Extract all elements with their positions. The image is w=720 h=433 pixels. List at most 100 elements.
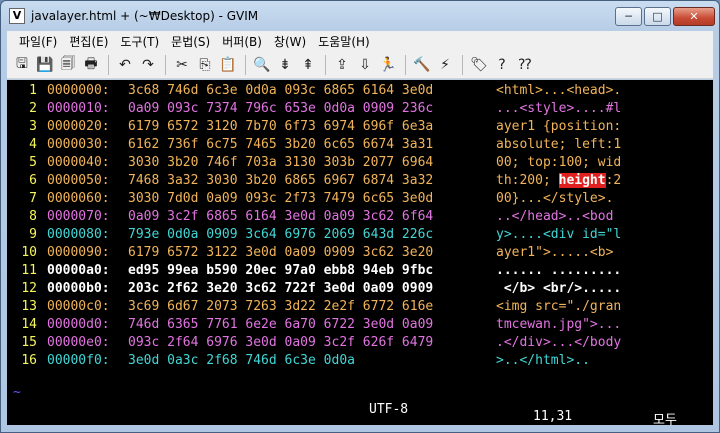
hex-line[interactable]: 5 0000040: 3030 3b20 746f 703a 3130 303b 2…	[7, 154, 713, 172]
help-icon[interactable]: ?	[491, 54, 513, 76]
hex-address: 0000010:	[47, 101, 110, 116]
line-number: 12	[21, 281, 37, 296]
hex-address: 00000a0:	[47, 263, 110, 278]
save-icon[interactable]: 💾	[34, 54, 56, 76]
run-script-icon[interactable]: 🏃	[377, 54, 399, 76]
hex-line[interactable]: 6 0000050: 7468 3a32 3030 3b20 6865 6967 6…	[7, 172, 713, 190]
hex-line[interactable]: 16 00000f0: 3e0d 0a3c 2f68 746d 6c3e 0d0a >…	[7, 352, 713, 370]
hex-line[interactable]: 11 00000a0: ed95 99ea b590 20ec 97a0 ebb8 …	[7, 262, 713, 280]
encoding-label: UTF-8	[369, 402, 409, 417]
hex-address: 0000070:	[47, 209, 110, 224]
ascii-column: >..</html>..	[496, 353, 590, 368]
hex-line[interactable]: 9 0000080: 793e 0d0a 0909 3c64 6976 2069 6…	[7, 226, 713, 244]
hex-bytes: 3c69 6d67 2073 7263 3d22 2e2f 6772 616e	[128, 299, 434, 314]
vim-icon[interactable]: V	[9, 8, 25, 24]
close-button[interactable]: ✕	[673, 7, 715, 26]
ascii-column: ayer1">.....<b>	[496, 245, 614, 260]
minimize-button[interactable]: ─	[615, 7, 642, 26]
line-number: 4	[29, 137, 37, 152]
hex-bytes: 0a09 093c 7374 796c 653e 0d0a 0909 236c	[128, 101, 434, 116]
hex-bytes: 6179 6572 3120 7b70 6f73 6974 696f 6e3a	[128, 119, 434, 134]
ascii-column: 00}...</style>.	[496, 191, 614, 206]
line-number: 11	[21, 263, 37, 278]
toolbar-separator	[405, 54, 406, 75]
editor-area[interactable]: ~ UTF-8 11,31 모두 1 0000000: 3c68 746d 6c3e…	[7, 80, 713, 428]
undo-icon[interactable]: ↶	[114, 54, 136, 76]
hex-bytes: 793e 0d0a 0909 3c64 6976 2069 643d 226c	[128, 227, 434, 242]
hex-bytes: 7468 3a32 3030 3b20 6865 6967 6874 3a32	[128, 173, 434, 188]
hex-line[interactable]: 7 0000060: 3030 7d0d 0a09 093c 2f73 7479 6…	[7, 190, 713, 208]
hex-address: 0000040:	[47, 155, 110, 170]
print-icon[interactable]: 🖶	[80, 54, 102, 76]
hex-line[interactable]: 15 00000e0: 093c 2f64 6976 3e0d 0a09 3c2f …	[7, 334, 713, 352]
hex-address: 00000c0:	[47, 299, 110, 314]
line-number: 6	[29, 173, 37, 188]
cut-icon[interactable]: ✂	[171, 54, 193, 76]
hex-line[interactable]: 1 0000000: 3c68 746d 6c3e 0d0a 093c 6865 6…	[7, 82, 713, 100]
hex-line[interactable]: 2 0000010: 0a09 093c 7374 796c 653e 0d0a 0…	[7, 100, 713, 118]
copy-icon[interactable]: ⎘	[194, 54, 216, 76]
search-highlight: height	[558, 173, 606, 188]
hex-address: 00000b0:	[47, 281, 110, 296]
hex-line[interactable]: 4 0000030: 6162 736f 6c75 7465 3b20 6c65 6…	[7, 136, 713, 154]
empty-line-tilde: ~	[13, 385, 21, 400]
save-session-icon[interactable]: ⇩	[354, 54, 376, 76]
make-icon[interactable]: 🔨	[411, 54, 433, 76]
menu-edit[interactable]: 편집(E)	[63, 33, 114, 50]
find-next-icon[interactable]: ⇟	[274, 54, 296, 76]
hex-bytes: 6162 736f 6c75 7465 3b20 6c65 6674 3a31	[128, 137, 434, 152]
line-number: 16	[21, 353, 37, 368]
hex-line[interactable]: 3 0000020: 6179 6572 3120 7b70 6f73 6974 6…	[7, 118, 713, 136]
ascii-column: ayer1 {position:	[496, 119, 622, 134]
line-number: 8	[29, 209, 37, 224]
ascii-column: y>....<div id="l	[496, 227, 622, 242]
line-number: 13	[21, 299, 37, 314]
line-number: 9	[29, 227, 37, 242]
find-prev-icon[interactable]: ⇞	[297, 54, 319, 76]
hex-address: 0000000:	[47, 83, 110, 98]
status-line: UTF-8 11,31 모두	[7, 402, 713, 428]
ascii-column: 00; top:100; wid	[496, 155, 622, 170]
hex-address: 0000060:	[47, 191, 110, 206]
menu-tools[interactable]: 도구(T)	[114, 33, 165, 50]
line-number: 3	[29, 119, 37, 134]
hex-line[interactable]: 10 0000090: 6179 6572 3122 3e0d 0a09 0909 …	[7, 244, 713, 262]
hex-line[interactable]: 12 00000b0: 203c 2f62 3e20 3c62 722f 3e0d …	[7, 280, 713, 298]
hex-address: 0000030:	[47, 137, 110, 152]
line-number: 1	[29, 83, 37, 98]
toolbar-separator	[245, 54, 246, 75]
hex-bytes: ed95 99ea b590 20ec 97a0 ebb8 94eb 9fbc	[128, 263, 434, 278]
load-session-icon[interactable]: ⇪	[331, 54, 353, 76]
menu-syntax[interactable]: 문법(S)	[165, 33, 216, 50]
menu-file[interactable]: 파일(F)	[13, 33, 63, 50]
ascii-column: absolute; left:1	[496, 137, 622, 152]
hex-line[interactable]: 8 0000070: 0a09 3c2f 6865 6164 3e0d 0a09 3…	[7, 208, 713, 226]
hex-line[interactable]: 13 00000c0: 3c69 6d67 2073 7263 3d22 2e2f …	[7, 298, 713, 316]
save-all-icon[interactable]: 🗐	[57, 54, 79, 76]
shell-icon[interactable]: ⚡	[434, 54, 456, 76]
ascii-column: tmcewan.jpg">...	[496, 317, 622, 332]
maximize-button[interactable]: □	[644, 7, 671, 26]
hex-address: 00000e0:	[47, 335, 110, 350]
menu-window[interactable]: 창(W)	[268, 33, 312, 50]
paste-icon[interactable]: 📋	[217, 54, 239, 76]
menu-buffers[interactable]: 버퍼(B)	[216, 33, 268, 50]
scroll-position: 모두	[653, 413, 677, 428]
menu-help[interactable]: 도움말(H)	[312, 33, 376, 50]
redo-icon[interactable]: ↷	[137, 54, 159, 76]
toolbar-separator	[108, 54, 109, 75]
toolbar-separator	[165, 54, 166, 75]
ascii-column: <html>...<head>.	[496, 83, 622, 98]
title-bar[interactable]: V javalayer.html + (~₩Desktop) - GVIM ─ …	[1, 1, 719, 31]
open-icon[interactable]: 🖫	[11, 54, 33, 76]
hex-bytes: 3c68 746d 6c3e 0d0a 093c 6865 6164 3e0d	[128, 83, 434, 98]
find-replace-icon[interactable]: 🔍	[251, 54, 273, 76]
menu-bar: 파일(F) 편집(E) 도구(T) 문법(S) 버퍼(B) 창(W) 도움말(H…	[7, 31, 713, 51]
tags-icon[interactable]: 🏷	[468, 54, 490, 76]
toolbar-separator	[325, 54, 326, 75]
hex-bytes: 3030 3b20 746f 703a 3130 303b 2077 6964	[128, 155, 434, 170]
hex-line[interactable]: 14 00000d0: 746d 6365 7761 6e2e 6a70 6722 …	[7, 316, 713, 334]
hex-address: 00000d0:	[47, 317, 110, 332]
hex-address: 00000f0:	[47, 353, 110, 368]
find-help-icon[interactable]: ⁇	[514, 54, 536, 76]
